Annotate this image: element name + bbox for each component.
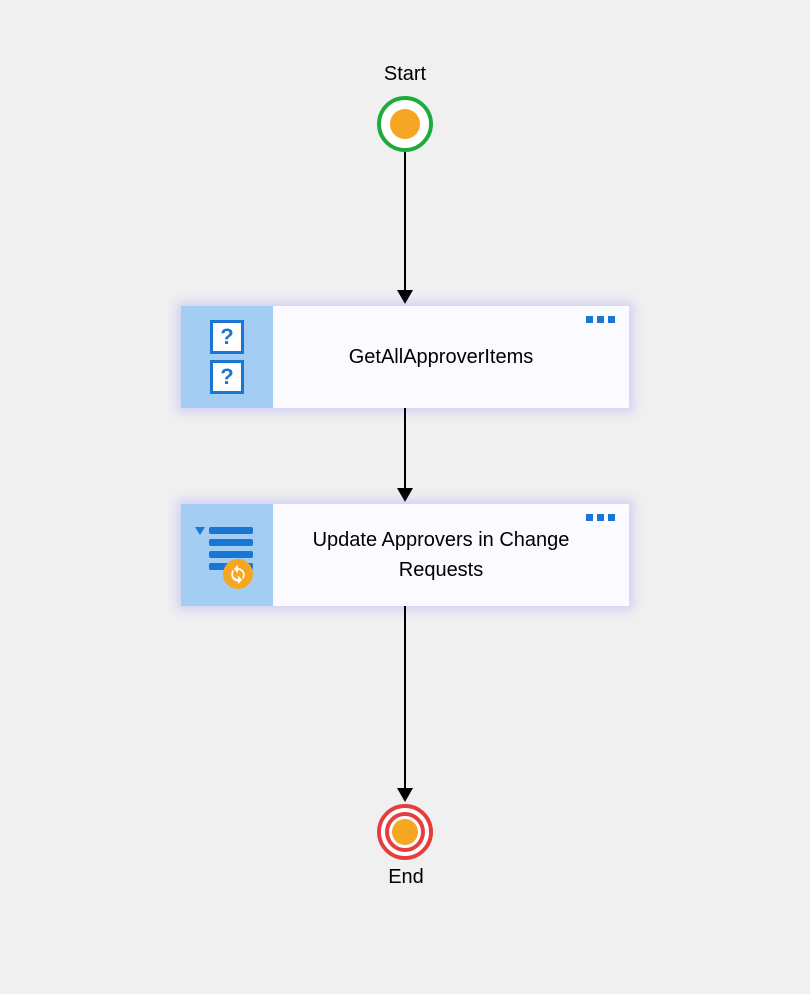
activity-title: GetAllApproverItems [349, 342, 534, 372]
end-circle-icon [377, 804, 433, 860]
end-node[interactable] [377, 804, 433, 860]
connector [404, 152, 406, 292]
arrow-head-icon [397, 488, 413, 502]
arrow-head-icon [397, 788, 413, 802]
start-label: Start [381, 63, 429, 86]
activity-update-approvers[interactable]: Update Approvers in Change Requests [181, 504, 629, 606]
list-refresh-icon [195, 523, 259, 587]
activity-menu-button[interactable] [586, 316, 615, 323]
workflow-canvas: Start ? ? GetAllApproverItems [0, 0, 810, 994]
start-circle-icon [377, 96, 433, 152]
arrow-head-icon [397, 290, 413, 304]
refresh-badge-icon [223, 559, 253, 589]
activity-icon-bay: ? ? [181, 306, 273, 408]
activity-icon-bay [181, 504, 273, 606]
query-boxes-icon: ? ? [210, 320, 244, 394]
activity-get-all-approver-items[interactable]: ? ? GetAllApproverItems [181, 306, 629, 408]
connector [404, 408, 406, 490]
connector [404, 606, 406, 790]
end-label: End [386, 866, 426, 889]
start-node[interactable] [377, 96, 433, 152]
activity-menu-button[interactable] [586, 514, 615, 521]
activity-title: Update Approvers in Change Requests [293, 525, 589, 585]
